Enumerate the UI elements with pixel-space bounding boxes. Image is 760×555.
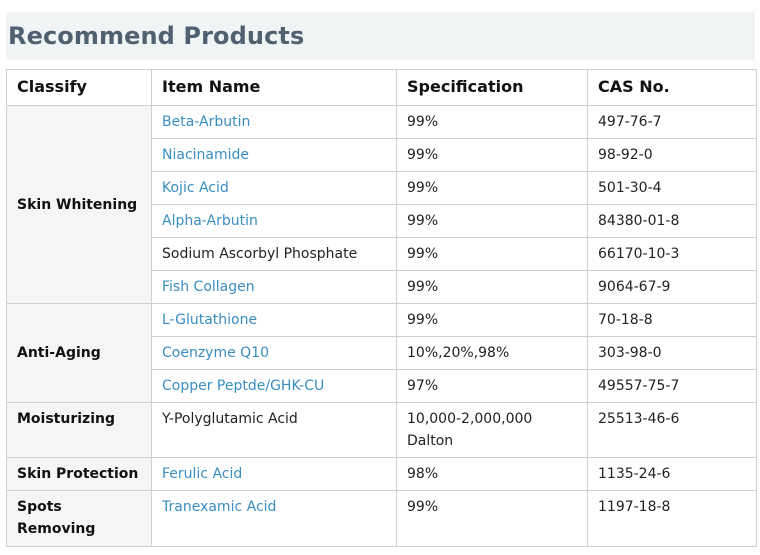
cas-cell: 66170-10-3: [587, 237, 757, 271]
item-link[interactable]: L-Glutathione: [151, 303, 397, 337]
item-link[interactable]: Copper Peptde/GHK-CU: [151, 369, 397, 403]
header-cas-no: CAS No.: [587, 69, 757, 106]
products-table: Classify Item Name Specification CAS No.…: [6, 69, 757, 547]
table-row: Anti-Aging L-Glutathione 99% 70-18-8: [6, 303, 757, 403]
spec-cell: 99%: [396, 237, 588, 271]
spec-cell: 99%: [396, 171, 588, 205]
cas-cell: 25513-46-6: [587, 402, 757, 458]
item-link[interactable]: Niacinamide: [151, 138, 397, 172]
header-classify: Classify: [6, 69, 152, 106]
cas-cell: 501-30-4: [587, 171, 757, 205]
spec-cell: 10,000-2,000,000 Dalton: [396, 402, 588, 458]
category-skin-protection: Skin Protection: [6, 457, 152, 491]
spec-cell: 10%,20%,98%: [396, 336, 588, 370]
item-name: Y-Polyglutamic Acid: [151, 402, 397, 458]
cas-cell: 1197-18-8: [587, 490, 757, 547]
item-link[interactable]: Alpha-Arbutin: [151, 204, 397, 238]
spec-cell: 99%: [396, 490, 588, 547]
cas-cell: 9064-67-9: [587, 270, 757, 304]
item-name: Sodium Ascorbyl Phosphate: [151, 237, 397, 271]
table-header-row: Classify Item Name Specification CAS No.: [6, 69, 757, 106]
cas-cell: 49557-75-7: [587, 369, 757, 403]
title-bar: Recommend Products: [6, 12, 755, 60]
item-link[interactable]: Tranexamic Acid: [151, 490, 397, 547]
table-row: Moisturizing Y-Polyglutamic Acid 10,000-…: [6, 402, 757, 458]
cas-cell: 98-92-0: [587, 138, 757, 172]
spec-cell: 99%: [396, 303, 588, 337]
cas-cell: 303-98-0: [587, 336, 757, 370]
category-moisturizing: Moisturizing: [6, 402, 152, 458]
item-link[interactable]: Ferulic Acid: [151, 457, 397, 491]
table-row: Skin Protection Ferulic Acid 98% 1135-24…: [6, 457, 757, 491]
category-anti-aging: Anti-Aging: [6, 303, 152, 403]
item-link[interactable]: Coenzyme Q10: [151, 336, 397, 370]
item-link[interactable]: Fish Collagen: [151, 270, 397, 304]
spec-cell: 98%: [396, 457, 588, 491]
cas-cell: 84380-01-8: [587, 204, 757, 238]
cas-cell: 497-76-7: [587, 105, 757, 139]
item-link[interactable]: Beta-Arbutin: [151, 105, 397, 139]
spec-cell: 99%: [396, 105, 588, 139]
spec-cell: 99%: [396, 138, 588, 172]
cas-cell: 70-18-8: [587, 303, 757, 337]
category-spots-removing: Spots Removing: [6, 490, 152, 547]
table-row: Skin Whitening Beta-Arbutin 99% 497-76-7: [6, 105, 757, 304]
spec-cell: 97%: [396, 369, 588, 403]
table-row: Spots Removing Tranexamic Acid 99% 1197-…: [6, 490, 757, 547]
cas-cell: 1135-24-6: [587, 457, 757, 491]
header-item-name: Item Name: [151, 69, 397, 106]
page-title: Recommend Products: [8, 22, 305, 50]
spec-cell: 99%: [396, 270, 588, 304]
header-specification: Specification: [396, 69, 588, 106]
spec-cell: 99%: [396, 204, 588, 238]
item-link[interactable]: Kojic Acid: [151, 171, 397, 205]
category-skin-whitening: Skin Whitening: [6, 105, 152, 304]
